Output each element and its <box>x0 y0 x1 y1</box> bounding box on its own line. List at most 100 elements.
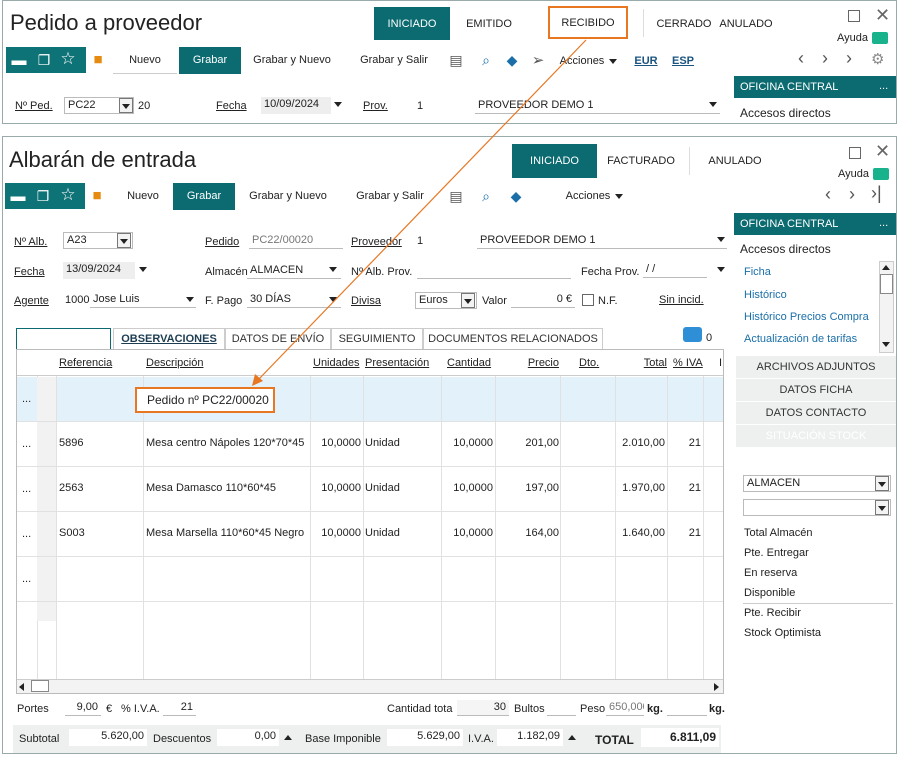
row-total[interactable]: 1.640,00 <box>617 527 665 539</box>
acciones-dropdown-icon[interactable] <box>615 194 623 199</box>
proveedor-code[interactable]: 1 <box>417 235 423 247</box>
grabar-nuevo-button[interactable]: Grabar y Nuevo <box>243 183 333 210</box>
chevron-left-icon[interactable]: ‹ <box>798 48 804 69</box>
row-total[interactable]: 2.010,00 <box>617 437 665 449</box>
side-link-historico[interactable]: Histórico <box>744 289 787 301</box>
agente-code[interactable]: 1000 <box>65 294 89 306</box>
col-iva[interactable]: % IVA <box>673 350 707 376</box>
col-cantidad[interactable]: Cantidad <box>447 350 497 376</box>
volumen-input[interactable] <box>667 700 707 716</box>
help-label[interactable]: Ayuda <box>838 168 869 180</box>
lock-icon[interactable]: ■ <box>89 50 107 68</box>
chevron-last-icon[interactable]: › <box>846 48 852 69</box>
nuevo-button[interactable]: Nuevo <box>113 47 177 74</box>
acciones-button[interactable]: Acciones <box>555 48 609 75</box>
lock-icon[interactable]: ■ <box>88 186 106 204</box>
tag-icon[interactable]: ◆ <box>503 51 521 69</box>
col-unidades[interactable]: Unidades <box>313 350 363 376</box>
grabar-salir-button[interactable]: Grabar y Salir <box>353 47 435 74</box>
side-scroll-down-icon[interactable] <box>882 342 890 347</box>
bultos-input[interactable] <box>547 700 576 716</box>
row-menu-button[interactable]: ... <box>22 438 31 450</box>
prov-dropdown-icon[interactable] <box>709 102 717 107</box>
tag-icon[interactable]: ◆ <box>507 187 525 205</box>
descuentos-expand-icon[interactable] <box>284 735 292 740</box>
help-book-icon[interactable] <box>872 32 888 44</box>
star-icon[interactable]: ☆ <box>59 49 77 68</box>
row-presentacion[interactable]: Unidad <box>365 482 400 494</box>
col-referencia[interactable]: Referencia <box>59 350 139 376</box>
print-icon[interactable]: ▤ <box>447 51 465 69</box>
grabar-button[interactable]: Grabar <box>173 183 235 210</box>
help-book-icon[interactable] <box>873 168 889 180</box>
row-presentacion[interactable]: Unidad <box>365 437 400 449</box>
row-unidades[interactable]: 10,0000 <box>313 482 361 494</box>
num-ped-value[interactable]: 20 <box>138 100 150 112</box>
grabar-nuevo-button[interactable]: Grabar y Nuevo <box>247 47 337 74</box>
help-label[interactable]: Ayuda <box>837 32 868 44</box>
row-iva[interactable]: 21 <box>677 437 701 449</box>
divisa-dropdown-icon[interactable] <box>461 293 475 308</box>
col-descripcion[interactable]: Descripción <box>146 350 236 376</box>
preview-icon[interactable]: ⌕ <box>477 51 495 69</box>
copy-icon[interactable]: ❐ <box>35 51 53 69</box>
prov-code[interactable]: 1 <box>417 100 423 112</box>
acciones-dropdown-icon[interactable] <box>609 59 617 64</box>
stock-almacen-select[interactable]: ALMACEN <box>743 475 891 492</box>
maximize-icon[interactable] <box>849 147 861 159</box>
chevron-left-icon[interactable]: ‹ <box>825 184 831 205</box>
language-link[interactable]: ESP <box>669 48 697 75</box>
iva-expand-icon[interactable] <box>568 735 576 740</box>
state-emitido[interactable]: EMITIDO <box>453 7 525 40</box>
row-cantidad[interactable]: 10,0000 <box>445 527 493 539</box>
state-iniciado[interactable]: INICIADO <box>512 144 597 178</box>
send-icon[interactable]: ➢ <box>529 51 547 69</box>
iva-input[interactable]: 21 <box>163 700 196 716</box>
row-precio[interactable]: 164,00 <box>517 527 559 539</box>
albprov-input[interactable] <box>417 263 571 279</box>
archivos-adjuntos-button[interactable]: ARCHIVOS ADJUNTOS <box>736 356 896 378</box>
chevron-right-icon[interactable]: › <box>849 184 855 205</box>
scroll-thumb[interactable] <box>31 680 49 692</box>
fecha-input[interactable]: 13/09/2024 <box>63 262 135 279</box>
row-unidades[interactable]: 10,0000 <box>313 527 361 539</box>
grabar-salir-button[interactable]: Grabar y Salir <box>349 183 431 210</box>
row-menu-button[interactable]: ... <box>22 573 31 585</box>
prov-name[interactable]: PROVEEDOR DEMO 1 <box>475 98 720 114</box>
agente-dropdown-icon[interactable] <box>186 297 194 302</box>
chevron-right-icon[interactable]: › <box>822 48 828 69</box>
tab-datos-envio[interactable]: DATOS DE ENVÍO <box>225 328 331 349</box>
fechaprov-input[interactable]: / / <box>643 262 707 278</box>
side-more[interactable]: ... <box>879 217 888 229</box>
row-descripcion[interactable]: Mesa Damasco 110*60*45 <box>146 482 309 494</box>
col-dto[interactable]: Dto. <box>579 350 609 376</box>
num-alb-dropdown-icon[interactable] <box>117 233 131 248</box>
row-cantidad[interactable]: 10,0000 <box>445 482 493 494</box>
row-referencia[interactable]: 5896 <box>59 437 83 449</box>
state-iniciado[interactable]: INICIADO <box>374 7 450 40</box>
situacion-stock-header[interactable]: SITUACIÓN STOCK <box>736 425 896 447</box>
row-menu-button[interactable]: ... <box>22 483 31 495</box>
stock-almacen-dropdown-icon[interactable] <box>875 476 889 491</box>
state-recibido[interactable]: RECIBIDO <box>548 6 628 39</box>
almacen-select[interactable]: ALMACEN <box>247 263 341 279</box>
row-description-cell[interactable]: Pedido nº PC22/00020 <box>135 387 275 413</box>
state-anulado[interactable]: ANULADO <box>715 7 777 40</box>
fecha-input[interactable]: 10/09/2024 <box>261 97 331 114</box>
grabar-button[interactable]: Grabar <box>179 47 241 74</box>
almacen-dropdown-icon[interactable] <box>329 267 337 272</box>
datos-contacto-button[interactable]: DATOS CONTACTO <box>736 402 896 424</box>
proveedor-dropdown-icon[interactable] <box>717 237 725 242</box>
row-precio[interactable]: 197,00 <box>517 482 559 494</box>
horizontal-scrollbar[interactable] <box>17 679 723 693</box>
nf-checkbox[interactable] <box>582 294 594 306</box>
pedido-input[interactable]: PC22/00020 <box>249 233 343 249</box>
col-presentacion[interactable]: Presentación <box>365 350 435 376</box>
row-total[interactable]: 1.970,00 <box>617 482 665 494</box>
state-cerrado[interactable]: CERRADO <box>651 7 717 40</box>
maximize-icon[interactable] <box>848 10 860 22</box>
row-referencia[interactable]: S003 <box>59 527 85 539</box>
print-icon[interactable]: ▤ <box>447 187 465 205</box>
row-unidades[interactable]: 10,0000 <box>313 437 361 449</box>
star-icon[interactable]: ☆ <box>59 185 77 204</box>
